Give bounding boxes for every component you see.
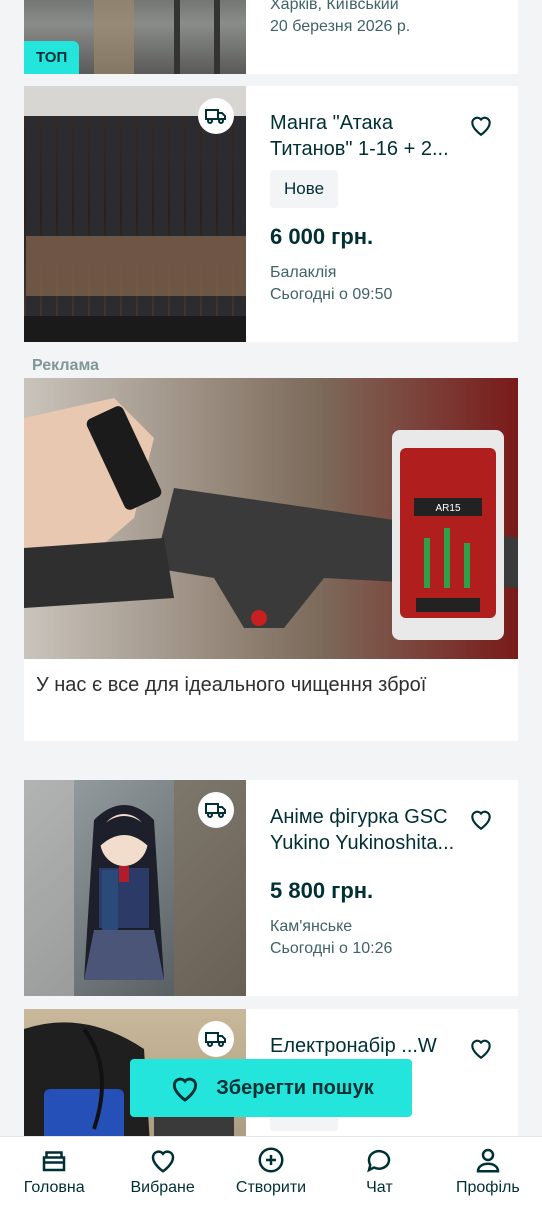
nav-label: Головна <box>23 1179 85 1196</box>
listing-date: Сьогодні о 10:26 <box>270 940 393 957</box>
nav-chat[interactable]: Чат <box>325 1137 433 1208</box>
heart-icon <box>173 1077 198 1102</box>
listing-card[interactable]: Манга "Атака Титанов" 1-16 + 2... Нове 6… <box>24 86 518 342</box>
condition-badge: Нове <box>270 170 339 208</box>
rifle-cleaning-kit-image: AR15 <box>24 378 518 659</box>
nav-home[interactable]: Головна <box>0 1137 108 1208</box>
nav-label: Створити <box>235 1179 307 1196</box>
heart-icon <box>151 1150 174 1173</box>
nav-label: Чат <box>366 1179 393 1196</box>
ad-banner[interactable]: AR15 У нас є все для ідеального чищення … <box>24 378 518 741</box>
delivery-truck-icon <box>198 98 234 134</box>
delivery-truck-icon <box>198 792 234 828</box>
bottom-navigation: Головна Вибране Створити Чат Профіль <box>0 1136 542 1208</box>
listing-price: 5 800 грн. <box>270 878 374 903</box>
nav-favorites[interactable]: Вибране <box>108 1137 216 1208</box>
ad-text[interactable]: У нас є все для ідеального чищення зброї <box>24 659 518 712</box>
top-badge: ТОП <box>24 41 80 74</box>
svg-text:AR15: AR15 <box>435 503 460 514</box>
listing-card[interactable]: Аніме фігурка GSC Yukino Yukinoshita... … <box>24 780 518 996</box>
ad-image[interactable]: AR15 <box>24 378 518 659</box>
listing-photo[interactable] <box>24 86 246 342</box>
listing-card[interactable]: ТОП Харків, Київський 20 березня 2026 р. <box>24 0 518 74</box>
listing-location: Балаклія <box>270 264 337 281</box>
listing-price: 6 000 грн. <box>270 224 374 249</box>
listing-location: Харків, Київський <box>270 0 399 13</box>
plus-circle-icon <box>258 1147 284 1173</box>
listing-date: 20 березня 2026 р. <box>270 18 411 35</box>
listing-title[interactable]: Манга "Атака Титанов" 1-16 + 2... <box>270 110 460 162</box>
listing-date: Сьогодні о 09:50 <box>270 286 393 303</box>
nav-create[interactable]: Створити <box>217 1137 325 1208</box>
delivery-truck-icon <box>198 1021 234 1057</box>
user-icon <box>476 1148 500 1173</box>
ad-label: Реклама <box>32 357 99 374</box>
favorite-heart-icon[interactable] <box>468 1035 494 1061</box>
nav-label: Вибране <box>130 1179 195 1196</box>
nav-label: Профіль <box>455 1179 520 1196</box>
listing-title[interactable]: Аніме фігурка GSC Yukino Yukinoshita... <box>270 804 460 856</box>
favorite-heart-icon[interactable] <box>468 112 494 138</box>
listing-photo[interactable] <box>24 780 246 996</box>
save-search-button[interactable]: Зберегти пошук <box>130 1059 412 1117</box>
nav-profile[interactable]: Профіль <box>434 1137 542 1208</box>
save-search-label: Зберегти пошук <box>216 1076 374 1099</box>
listing-location: Кам'янське <box>270 918 353 935</box>
favorite-heart-icon[interactable] <box>468 806 494 832</box>
chat-icon <box>367 1149 391 1173</box>
home-icon <box>42 1151 66 1172</box>
listing-photo[interactable]: ТОП <box>24 0 246 74</box>
